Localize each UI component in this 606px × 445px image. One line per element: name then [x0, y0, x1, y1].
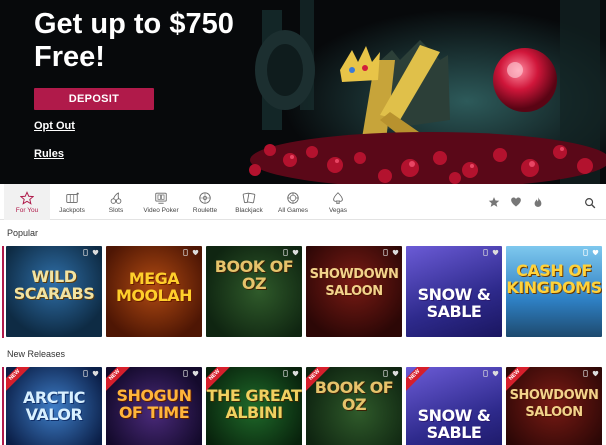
mobile-icon — [283, 370, 288, 377]
game-tile-book-of-oz[interactable]: Book of Oz — [206, 246, 302, 337]
favorite-heart-icon[interactable] — [492, 370, 499, 377]
mobile-icon — [283, 249, 288, 256]
game-title: Book of Oz — [214, 257, 294, 293]
chip-icon — [287, 191, 299, 204]
favorite-heart-icon[interactable] — [392, 370, 399, 377]
mobile-icon — [183, 370, 188, 377]
game-title: Snow & Sable — [417, 285, 491, 321]
mobile-icon — [483, 370, 488, 377]
favorite-heart-icon[interactable] — [392, 249, 399, 256]
game-title: The Great Albini — [206, 386, 302, 422]
game-title: Wild Scarabs — [13, 267, 95, 303]
favorite-heart-icon[interactable] — [192, 249, 199, 256]
nav-item-label: Video Poker — [143, 206, 179, 214]
nav-item-label: Vegas — [328, 206, 348, 214]
game-tile-showdown-saloon[interactable]: Showdown Saloon NEW — [506, 367, 602, 445]
nav-item-vegas[interactable]: Vegas — [322, 184, 354, 220]
nav-item-label: All Games — [278, 206, 308, 214]
nav-item-jackpots[interactable]: Jackpots — [53, 184, 91, 220]
jackpot-icon — [66, 192, 79, 203]
favorite-heart-icon[interactable] — [592, 370, 599, 377]
favorite-heart-icon[interactable] — [492, 249, 499, 256]
section-title-new-releases: New Releases — [7, 349, 66, 359]
carousel-indicator — [2, 367, 4, 445]
mobile-icon — [383, 249, 388, 256]
heart-icon[interactable] — [510, 196, 522, 208]
game-title: Cash of Kingdoms — [506, 261, 602, 297]
nav-item-label: Blackjack — [235, 206, 263, 214]
cards-icon — [242, 192, 256, 203]
new-badge: NEW — [406, 367, 435, 395]
section-title-popular: Popular — [7, 228, 39, 238]
game-tile-wild-scarabs[interactable]: Wild Scarabs — [6, 246, 102, 337]
favorite-heart-icon[interactable] — [192, 370, 199, 377]
game-title: Mega Moolah — [115, 269, 193, 305]
nav-item-label: Slots — [108, 206, 124, 214]
promo-headline: Get up to $750 Free! — [34, 8, 234, 73]
new-releases-row: Arctic Valor NEW Shogun of Time NEW The … — [5, 367, 605, 445]
game-tile-book-of-oz[interactable]: Book of Oz NEW — [306, 367, 402, 445]
popular-games-row: Wild Scarabs Mega Moolah Book of Oz Show… — [5, 246, 605, 338]
nav-item-roulette[interactable]: Roulette — [188, 184, 222, 220]
carousel-indicator — [2, 246, 4, 338]
search-icon[interactable] — [584, 197, 596, 209]
nav-item-label: Jackpots — [59, 206, 85, 214]
nav-item-all-games[interactable]: All Games — [273, 184, 313, 220]
video-poker-icon — [155, 192, 167, 204]
game-tile-mega-moolah[interactable]: Mega Moolah — [106, 246, 202, 337]
roulette-icon — [199, 191, 211, 204]
mobile-icon — [83, 249, 88, 256]
nav-item-for-you[interactable]: For You — [4, 184, 50, 220]
game-tile-snow-and-sable[interactable]: Snow & Sable — [406, 246, 502, 337]
star-filled-icon[interactable] — [488, 196, 500, 208]
game-title: Showdown Saloon — [509, 388, 599, 420]
game-title: Shogun of Time — [116, 386, 192, 422]
game-tile-snow-and-sable[interactable]: Snow & Sable NEW — [406, 367, 502, 445]
favorite-heart-icon[interactable] — [92, 249, 99, 256]
nav-item-label: Roulette — [192, 206, 218, 214]
deposit-button[interactable]: DEPOSIT — [34, 88, 154, 110]
mobile-icon — [483, 249, 488, 256]
game-tile-shogun-of-time[interactable]: Shogun of Time NEW — [106, 367, 202, 445]
game-tile-showdown-saloon[interactable]: Showdown Saloon — [306, 246, 402, 337]
nav-item-slots[interactable]: Slots — [100, 184, 132, 220]
game-title: Snow & Sable — [417, 406, 491, 442]
favorite-heart-icon[interactable] — [292, 370, 299, 377]
game-title: Showdown Saloon — [309, 267, 399, 299]
game-tile-cash-of-kingdoms[interactable]: Cash of Kingdoms — [506, 246, 602, 337]
favorite-heart-icon[interactable] — [592, 249, 599, 256]
mobile-icon — [583, 370, 588, 377]
nav-item-blackjack[interactable]: Blackjack — [230, 184, 268, 220]
mobile-icon — [83, 370, 88, 377]
game-tile-the-great-albini[interactable]: The Great Albini NEW — [206, 367, 302, 445]
flame-icon[interactable] — [532, 196, 544, 208]
game-title: Book of Oz — [314, 378, 394, 414]
favorite-heart-icon[interactable] — [292, 249, 299, 256]
favorite-heart-icon[interactable] — [92, 370, 99, 377]
category-nav: For You Jackpots Slots Video Poker Roule… — [0, 184, 606, 220]
mobile-icon — [583, 249, 588, 256]
mobile-icon — [383, 370, 388, 377]
game-title: Arctic Valor — [22, 388, 86, 424]
nav-item-video-poker[interactable]: Video Poker — [138, 184, 184, 220]
cherries-icon — [110, 191, 122, 204]
rules-link[interactable]: Rules — [34, 148, 64, 160]
star-icon — [20, 190, 34, 205]
nav-item-label: For You — [15, 206, 39, 214]
opt-out-link[interactable]: Opt Out — [34, 120, 75, 132]
promo-banner: Get up to $750 Free! DEPOSIT Opt Out Rul… — [0, 0, 606, 184]
game-tile-arctic-valor[interactable]: Arctic Valor NEW — [6, 367, 102, 445]
mobile-icon — [183, 249, 188, 256]
spade-icon — [333, 191, 343, 204]
